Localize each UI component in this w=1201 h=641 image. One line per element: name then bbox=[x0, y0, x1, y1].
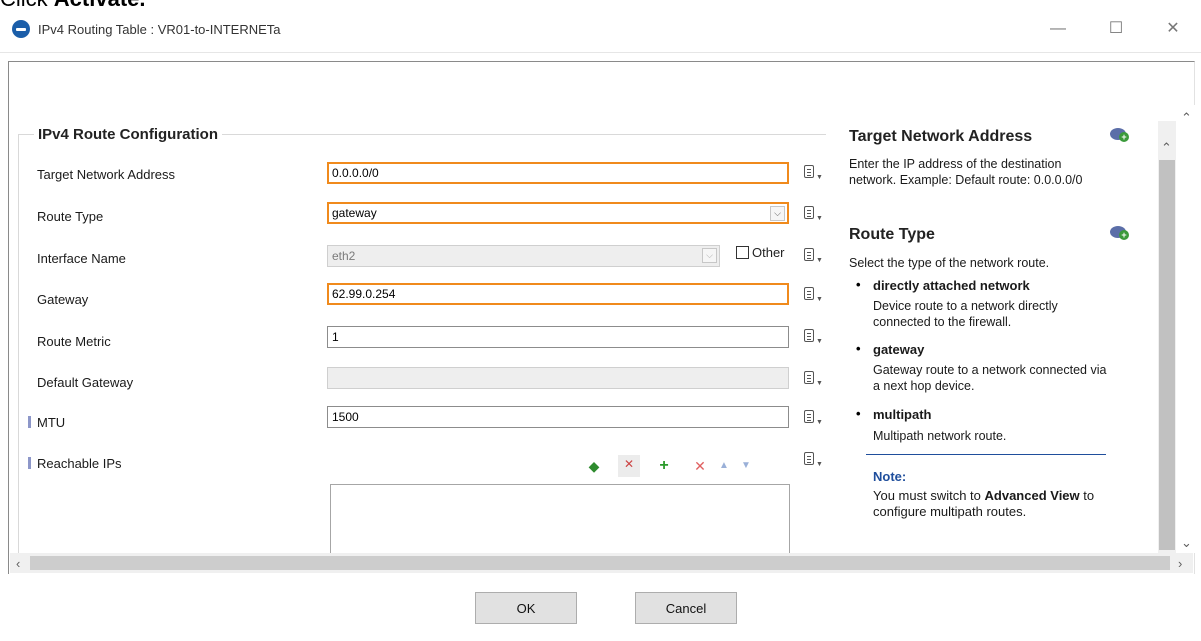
route-type-label: Route Type bbox=[37, 209, 104, 224]
scroll-left-icon[interactable]: ‹ bbox=[16, 556, 20, 571]
group-border-left bbox=[18, 134, 19, 554]
app-icon bbox=[12, 20, 30, 38]
outer-vertical-scrollbar[interactable] bbox=[1177, 105, 1195, 553]
config-menu-icon[interactable]: ▼ bbox=[804, 206, 824, 222]
note-text: You must switch to Advanced View to conf… bbox=[873, 488, 1108, 520]
ok-button[interactable]: OK bbox=[475, 592, 577, 624]
group-title: IPv4 Route Configuration bbox=[34, 126, 222, 143]
advanced-marker bbox=[28, 416, 31, 428]
other-checkbox-label[interactable]: Other bbox=[752, 245, 785, 260]
help-bubble-icon[interactable] bbox=[1110, 128, 1129, 142]
route-metric-input[interactable]: 1 bbox=[327, 326, 789, 348]
route-type-select[interactable]: gateway ⌵ bbox=[327, 202, 789, 224]
close-button[interactable]: ✕ bbox=[1150, 14, 1196, 44]
config-menu-icon[interactable]: ▼ bbox=[804, 248, 824, 264]
scroll-up-icon[interactable]: ⌃ bbox=[1161, 140, 1172, 156]
interface-name-value: eth2 bbox=[332, 249, 356, 263]
clear-icon[interactable]: ✕ bbox=[618, 455, 640, 477]
help-item-title: multipath bbox=[873, 407, 932, 422]
target-network-label: Target Network Address bbox=[37, 167, 176, 182]
route-type-value: gateway bbox=[332, 206, 377, 220]
window-title: IPv4 Routing Table : VR01-to-INTERNETa bbox=[38, 22, 281, 37]
scroll-down-icon[interactable]: ⌄ bbox=[1181, 535, 1192, 551]
mtu-input[interactable]: 1500 bbox=[327, 406, 789, 428]
help-bubble-icon[interactable] bbox=[1110, 226, 1129, 240]
help-item-title: gateway bbox=[873, 342, 925, 357]
note-text-pre: You must switch to bbox=[873, 488, 985, 503]
bullet: • bbox=[856, 406, 861, 421]
bullet: • bbox=[856, 341, 861, 356]
help-text-route-type: Select the type of the network route. bbox=[849, 256, 1050, 270]
config-menu-icon[interactable]: ▼ bbox=[804, 371, 824, 387]
reachable-ips-label: Reachable IPs bbox=[37, 456, 122, 471]
config-menu-icon[interactable]: ▼ bbox=[804, 410, 824, 426]
help-text-target: Enter the IP address of the destination … bbox=[849, 157, 1083, 187]
move-down-icon[interactable]: ▼ bbox=[738, 458, 754, 474]
default-gateway-label: Default Gateway bbox=[37, 375, 134, 390]
gateway-label: Gateway bbox=[37, 292, 89, 307]
help-heading-target: Target Network Address bbox=[849, 128, 1033, 145]
help-item-desc: Gateway route to a network connected via… bbox=[873, 363, 1107, 393]
note-text-bold: Advanced View bbox=[984, 488, 1080, 503]
chevron-down-icon: ⌵ bbox=[702, 248, 717, 263]
reachable-ips-list[interactable] bbox=[330, 484, 790, 556]
default-gateway-input bbox=[327, 367, 789, 389]
target-network-input[interactable]: 0.0.0.0/0 bbox=[327, 162, 789, 184]
route-metric-label: Route Metric bbox=[37, 334, 111, 349]
help-item-desc: Device route to a network directly conne… bbox=[873, 299, 1058, 329]
config-menu-icon[interactable]: ▼ bbox=[804, 452, 824, 468]
horizontal-scroll-thumb[interactable] bbox=[30, 556, 1170, 570]
scroll-right-icon[interactable]: › bbox=[1178, 556, 1182, 571]
move-up-icon[interactable]: ▲ bbox=[716, 458, 732, 474]
config-menu-icon[interactable]: ▼ bbox=[804, 287, 824, 303]
mtu-label: MTU bbox=[37, 415, 66, 430]
bullet: • bbox=[856, 277, 861, 292]
chevron-down-icon[interactable]: ⌵ bbox=[770, 206, 785, 221]
maximize-button[interactable]: ☐ bbox=[1093, 14, 1139, 44]
add-icon[interactable]: + bbox=[656, 458, 672, 474]
note-rule bbox=[866, 454, 1106, 455]
interface-name-label: Interface Name bbox=[37, 251, 126, 266]
help-heading-route-type: Route Type bbox=[849, 226, 935, 243]
help-item-desc: Multipath network route. bbox=[873, 429, 1007, 443]
minimize-button[interactable]: — bbox=[1035, 14, 1081, 44]
note-title: Note: bbox=[873, 469, 907, 484]
gateway-input[interactable]: 62.99.0.254 bbox=[327, 283, 789, 305]
advanced-marker bbox=[28, 457, 31, 469]
scroll-up-icon[interactable]: ⌃ bbox=[1181, 110, 1192, 126]
cancel-button[interactable]: Cancel bbox=[635, 592, 737, 624]
help-item-title: directly attached network bbox=[873, 278, 1030, 293]
config-menu-icon[interactable]: ▼ bbox=[804, 165, 824, 181]
help-scroll-thumb[interactable] bbox=[1159, 160, 1175, 550]
config-menu-icon[interactable]: ▼ bbox=[804, 329, 824, 345]
interface-name-select: eth2 ⌵ bbox=[327, 245, 720, 267]
other-checkbox[interactable] bbox=[736, 246, 749, 259]
import-icon[interactable]: ◆ bbox=[586, 458, 602, 474]
delete-icon[interactable]: ✕ bbox=[692, 458, 708, 474]
